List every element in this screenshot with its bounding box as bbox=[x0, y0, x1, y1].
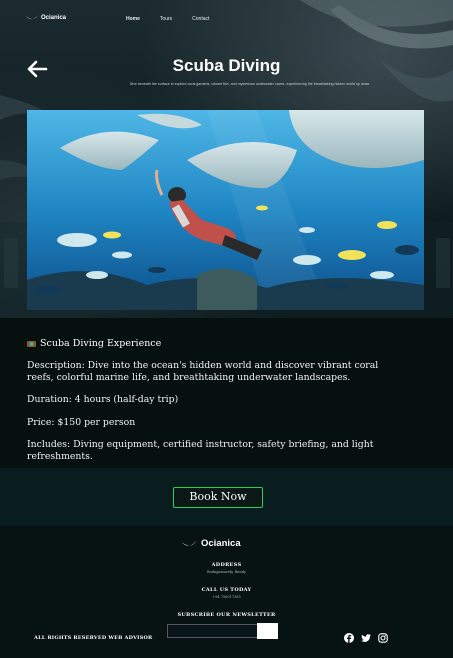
address-label: ADDRESS bbox=[211, 562, 242, 568]
details-heading: Scuba Diving Experience bbox=[27, 338, 161, 349]
brand-logo[interactable]: Ocianica bbox=[26, 14, 66, 21]
brand-name: Ocianica bbox=[41, 14, 67, 21]
tour-duration: Duration: 4 hours (half-day trip) bbox=[27, 394, 179, 405]
tour-price: Price: $150 per person bbox=[27, 417, 136, 428]
tour-description: Description: Dive into the ocean's hidde… bbox=[27, 360, 379, 383]
nav-link-contact[interactable]: Contact bbox=[192, 16, 209, 22]
call-label: CALL US TODAY bbox=[201, 587, 252, 593]
instagram-icon[interactable] bbox=[378, 633, 388, 643]
book-now-button[interactable]: Book Now bbox=[173, 487, 263, 508]
tour-details: Scuba Diving Experience Description: Div… bbox=[0, 318, 453, 468]
page-title: Scuba Diving bbox=[172, 56, 281, 75]
ghost-letter bbox=[4, 238, 18, 288]
scuba-diving-photo bbox=[27, 110, 424, 310]
wave-logo-icon bbox=[181, 540, 197, 546]
newsletter-email-input[interactable] bbox=[167, 624, 258, 638]
page-subtitle: Dive beneath the surface to explore cora… bbox=[129, 82, 371, 86]
footer: Ocianica ADDRESS Bodugamavely, Bandy CAL… bbox=[0, 526, 453, 658]
facebook-icon[interactable] bbox=[344, 633, 354, 643]
details-heading-text: Scuba Diving Experience bbox=[40, 338, 162, 349]
top-nav: Ocianica Home Tours Contact bbox=[26, 14, 436, 28]
social-links bbox=[344, 633, 388, 643]
nav-links: Home Tours Contact bbox=[126, 16, 209, 22]
tour-includes: Includes: Diving equipment, certified in… bbox=[27, 439, 374, 462]
ghost-letter bbox=[436, 238, 450, 288]
footer-brand-name: Ocianica bbox=[201, 538, 241, 549]
diver-emoji-icon bbox=[27, 341, 36, 347]
wave-logo-icon bbox=[26, 15, 38, 20]
nav-link-home[interactable]: Home bbox=[126, 16, 140, 22]
twitter-icon[interactable] bbox=[361, 633, 371, 643]
newsletter-label: SUBSCRIBE OUR NEWSLETTER bbox=[177, 612, 276, 618]
newsletter-submit-button[interactable] bbox=[257, 623, 278, 639]
call-value: +94 756017385 bbox=[212, 595, 241, 599]
rights-text: ALL RIGHTS RESERVED WEB ADVISOR bbox=[34, 635, 153, 641]
footer-brand-logo[interactable]: Ocianica bbox=[181, 538, 241, 549]
address-value: Bodugamavely, Bandy bbox=[207, 570, 246, 574]
nav-link-tours[interactable]: Tours bbox=[160, 16, 172, 22]
